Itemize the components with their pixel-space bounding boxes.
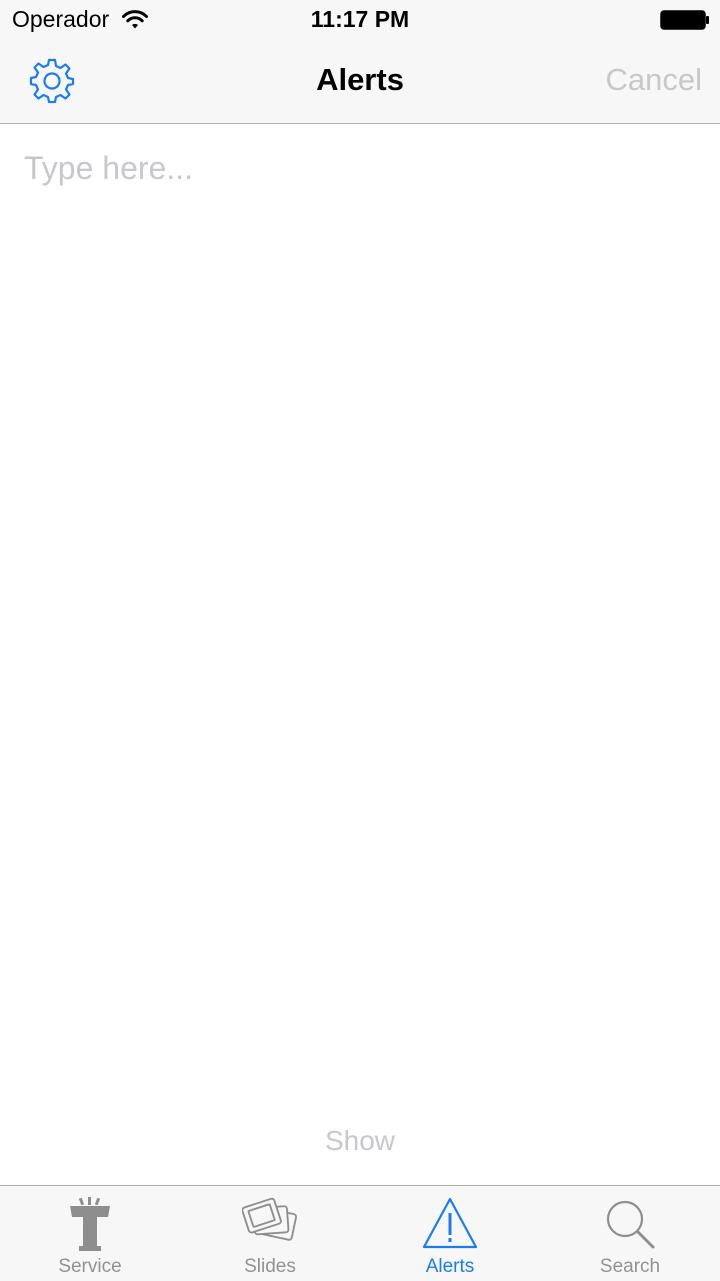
battery-icon: [660, 10, 709, 30]
status-time: 11:17 PM: [310, 6, 410, 32]
slides-icon: [242, 1197, 298, 1241]
tab-slides[interactable]: Slides: [180, 1186, 360, 1281]
search-icon: [606, 1200, 655, 1249]
cancel-button[interactable]: Cancel: [606, 62, 703, 98]
tab-alerts[interactable]: Alerts: [360, 1186, 540, 1281]
tab-search[interactable]: Search: [540, 1186, 720, 1281]
navigation-bar: Alerts Cancel: [0, 40, 720, 124]
tab-bar: Service Slides Alerts Search: [0, 1185, 720, 1281]
tab-label: Search: [599, 1256, 661, 1277]
tab-label: Alerts: [425, 1256, 475, 1277]
warning-icon: [422, 1197, 478, 1249]
tab-label: Service: [58, 1256, 122, 1277]
alert-text-input[interactable]: [24, 150, 696, 1110]
tab-label: Slides: [244, 1256, 296, 1277]
show-button[interactable]: Show: [0, 1125, 720, 1157]
status-bar: Operador 11:17 PM: [0, 0, 720, 40]
podium-icon: [70, 1197, 110, 1251]
tab-service[interactable]: Service: [0, 1186, 180, 1281]
